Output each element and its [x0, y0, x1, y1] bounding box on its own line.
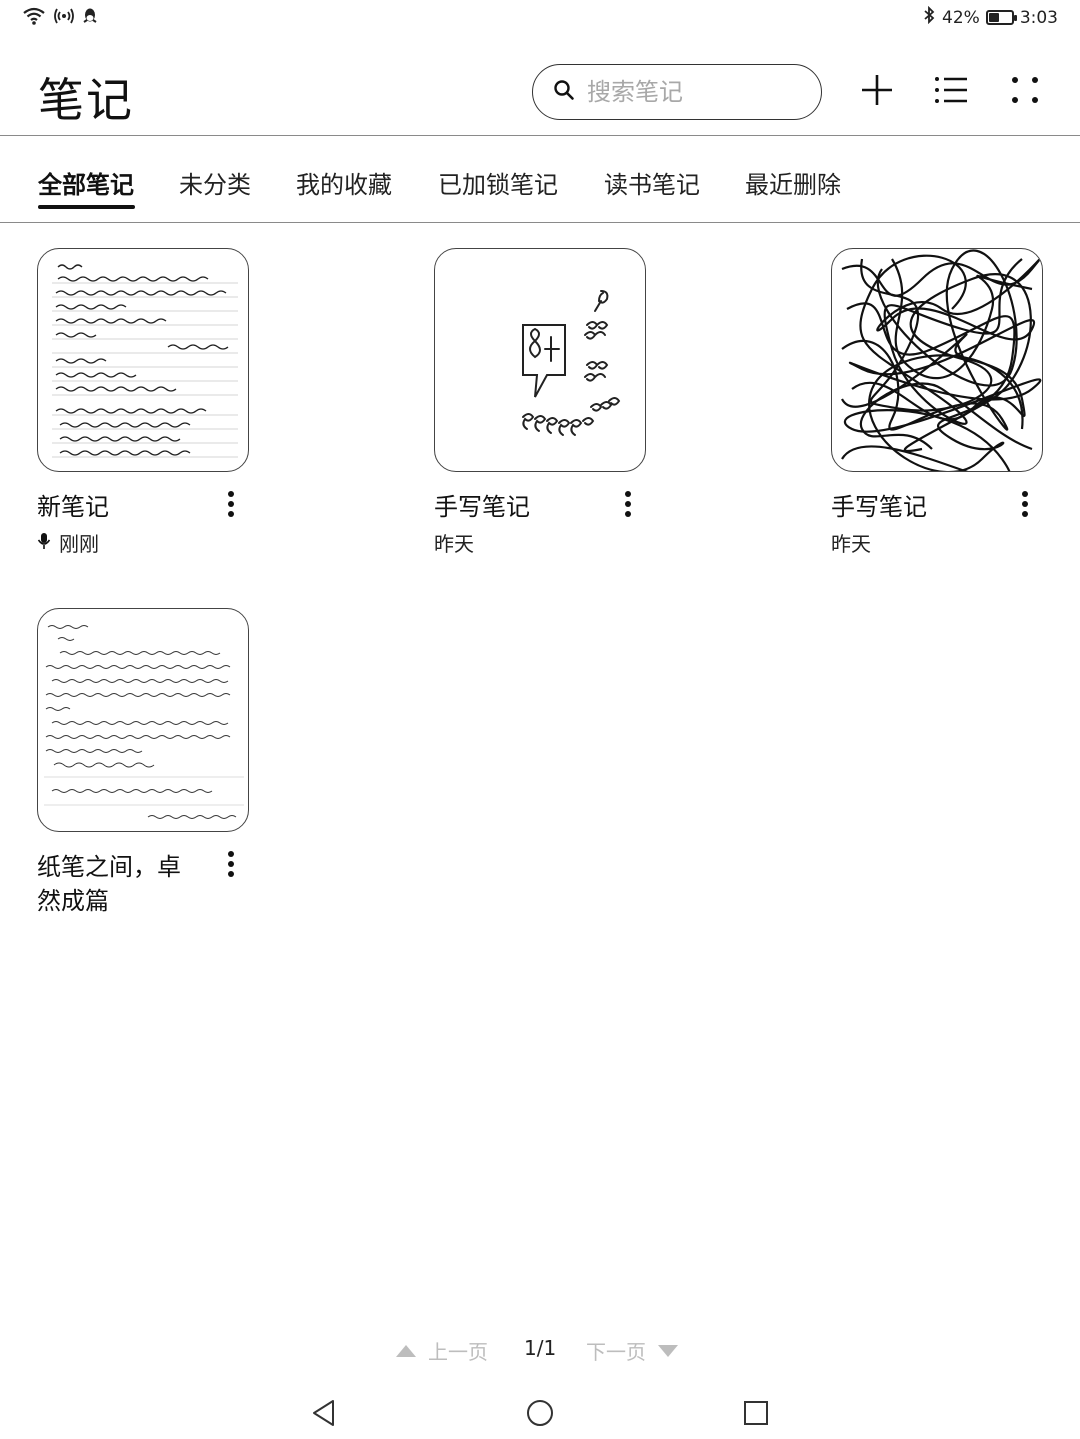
note-title: 手写笔记	[831, 493, 927, 521]
next-page-label: 下一页	[586, 1340, 646, 1364]
note-more-button[interactable]	[616, 488, 640, 520]
tab-locked-notes[interactable]: 已加锁笔记	[438, 165, 558, 200]
status-bar: 42% 3:03	[0, 0, 1080, 40]
tab-favorites[interactable]: 我的收藏	[296, 165, 392, 200]
note-meta: 昨天	[831, 528, 871, 557]
handwritten-text-thumbnail	[52, 264, 238, 458]
more-grid-icon	[1011, 76, 1039, 108]
caret-down-icon	[658, 1339, 678, 1363]
add-icon	[860, 73, 894, 111]
recents-icon	[743, 1400, 769, 1430]
status-right: 42% 3:03	[922, 5, 1058, 29]
note-title: 新笔记	[37, 493, 109, 521]
recents-button[interactable]	[736, 1395, 776, 1435]
tab-recently-deleted[interactable]: 最近删除	[745, 165, 841, 200]
note-more-button[interactable]	[1013, 488, 1037, 520]
tab-all-notes[interactable]: 全部笔记	[38, 165, 134, 200]
note-thumbnail[interactable]	[831, 248, 1043, 472]
bluetooth-icon	[922, 5, 936, 29]
search-icon	[553, 79, 575, 105]
note-date: 刚刚	[59, 532, 99, 556]
note-thumbnail[interactable]	[37, 608, 249, 832]
more-options-button[interactable]	[1003, 70, 1047, 114]
search-box[interactable]	[532, 64, 822, 120]
handwritten-letter-thumbnail	[44, 625, 244, 819]
list-view-icon	[934, 75, 968, 109]
clock: 3:03	[1019, 7, 1058, 28]
battery-fill	[988, 13, 999, 22]
wifi-icon	[22, 6, 46, 30]
note-more-button[interactable]	[219, 488, 243, 520]
prev-page-button[interactable]: 上一页	[396, 1336, 488, 1365]
back-icon	[311, 1399, 337, 1431]
battery-icon	[985, 10, 1017, 25]
add-note-button[interactable]	[855, 70, 899, 114]
note-meta: 昨天	[434, 528, 474, 557]
note-more-button[interactable]	[219, 848, 243, 880]
category-tabs: 全部笔记 未分类 我的收藏 已加锁笔记 读书笔记 最近删除	[0, 137, 1080, 223]
search-input[interactable]	[587, 78, 807, 106]
page-indicator: 1/1	[524, 1336, 557, 1360]
note-date: 昨天	[831, 532, 871, 556]
note-card[interactable]: 新笔记 刚刚	[37, 248, 277, 556]
list-view-button[interactable]	[929, 70, 973, 114]
active-tab-indicator	[38, 205, 135, 209]
note-title: 纸笔之间，卓然成篇	[37, 853, 181, 915]
note-title: 手写笔记	[434, 493, 530, 521]
note-meta: 刚刚	[37, 528, 99, 557]
qq-icon	[82, 7, 98, 29]
home-icon	[526, 1399, 554, 1431]
caret-up-icon	[396, 1339, 416, 1363]
system-nav-bar	[0, 1395, 1080, 1435]
back-button[interactable]	[304, 1395, 344, 1435]
note-card[interactable]: 手写笔记 昨天	[831, 248, 1071, 556]
tab-reading-notes[interactable]: 读书笔记	[604, 165, 700, 200]
note-card[interactable]: 手写笔记 昨天	[434, 248, 674, 556]
next-page-button[interactable]: 下一页	[586, 1336, 678, 1365]
tab-uncategorized[interactable]: 未分类	[179, 165, 251, 200]
home-button[interactable]	[520, 1395, 560, 1435]
note-thumbnail[interactable]	[37, 248, 249, 472]
prev-page-label: 上一页	[428, 1340, 488, 1364]
hotspot-icon	[54, 7, 74, 29]
battery-percent: 42%	[942, 7, 980, 28]
note-card[interactable]: 纸笔之间，卓然成篇	[37, 608, 277, 915]
page-title: 笔记	[38, 73, 134, 127]
note-date: 昨天	[434, 532, 474, 556]
pagination: 上一页 1/1 下一页	[0, 1334, 1080, 1366]
scribble-thumbnail	[841, 249, 1042, 471]
handwritten-numbers-thumbnail	[522, 290, 621, 436]
status-left-icons	[22, 6, 98, 30]
microphone-icon	[37, 531, 51, 555]
note-thumbnail[interactable]	[434, 248, 646, 472]
app-header: 笔记	[0, 58, 1080, 136]
